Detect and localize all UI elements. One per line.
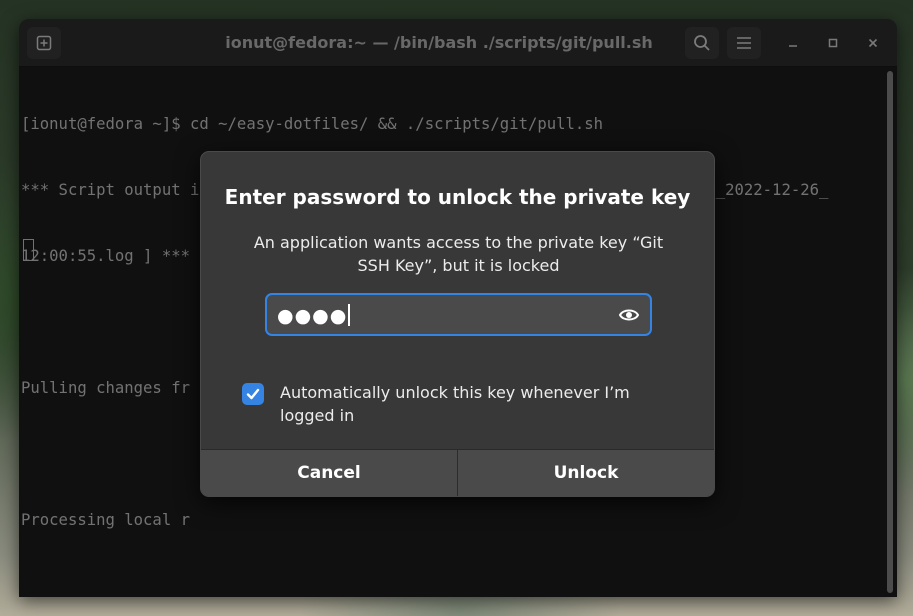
eye-icon[interactable]: [618, 304, 640, 326]
unlock-button[interactable]: Unlock: [458, 450, 714, 496]
dialog-title: Enter password to unlock the private key: [224, 185, 691, 209]
auto-unlock-option[interactable]: Automatically unlock this key whenever I…: [242, 381, 682, 431]
auto-unlock-checkbox[interactable]: [242, 383, 264, 405]
checkmark-icon: [246, 388, 260, 400]
unlock-key-dialog: Enter password to unlock the private key…: [200, 151, 715, 497]
dialog-button-row: Cancel Unlock: [201, 449, 714, 496]
dialog-message: An application wants access to the priva…: [253, 233, 664, 275]
password-value: ●●●●: [277, 304, 351, 327]
cancel-button[interactable]: Cancel: [201, 450, 458, 496]
text-caret: [348, 304, 351, 326]
password-field[interactable]: ●●●●: [265, 293, 652, 336]
auto-unlock-label: Automatically unlock this key whenever I…: [280, 383, 630, 425]
